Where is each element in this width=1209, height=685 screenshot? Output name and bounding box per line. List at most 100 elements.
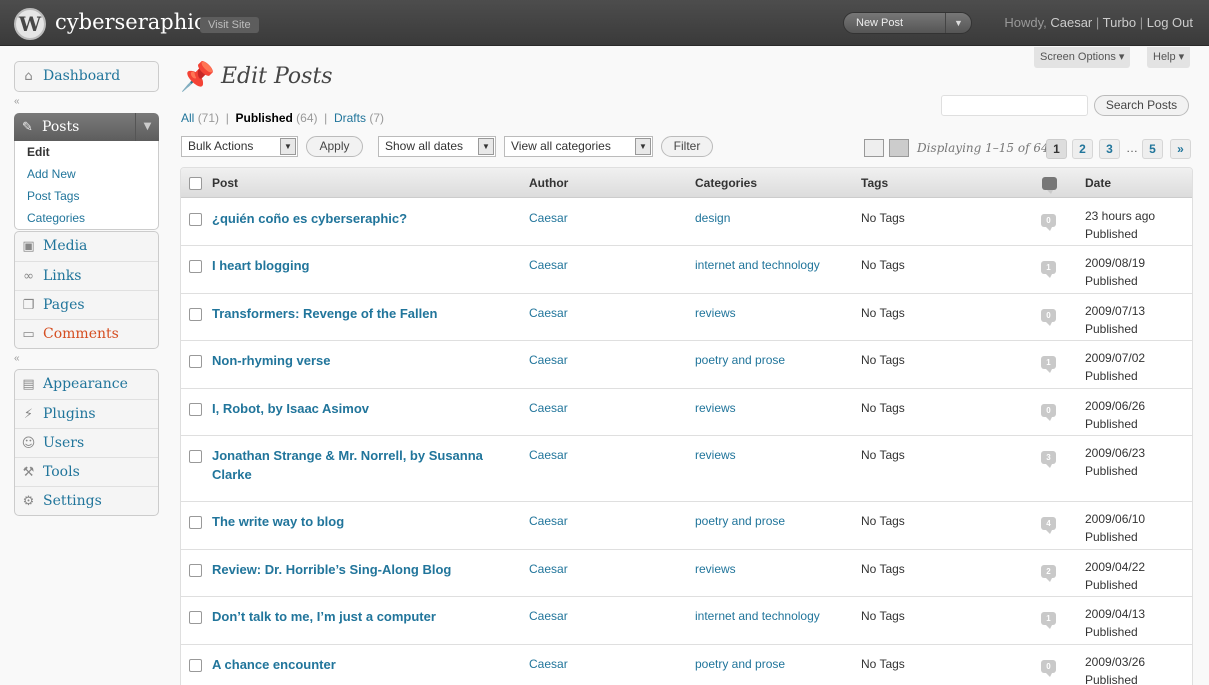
post-author-link[interactable]: Caesar (529, 401, 568, 415)
post-title-link[interactable]: Non-rhyming verse (212, 351, 512, 370)
bulk-actions-select[interactable]: Bulk Actions ▼ (181, 136, 298, 157)
comment-count-badge[interactable]: 2 (1041, 565, 1056, 582)
column-categories[interactable]: Categories (695, 176, 757, 190)
search-input[interactable] (941, 95, 1088, 116)
user-profile-link[interactable]: Caesar (1050, 15, 1092, 30)
search-posts-button[interactable]: Search Posts (1094, 95, 1189, 116)
comment-count-badge[interactable]: 0 (1041, 309, 1056, 326)
visit-site-button[interactable]: Visit Site (200, 17, 259, 33)
post-author-link[interactable]: Caesar (529, 258, 568, 272)
submenu-item-categories[interactable]: Categories (15, 207, 158, 229)
chevron-down-icon[interactable]: ▼ (945, 13, 971, 33)
categories-select[interactable]: View all categories ▼ (504, 136, 653, 157)
post-title-link[interactable]: ¿quién coño es cyberseraphic? (212, 209, 512, 228)
screen-options-button[interactable]: Screen Options ▾ (1034, 47, 1131, 68)
post-title-link[interactable]: A chance encounter (212, 655, 512, 674)
comment-count-badge[interactable]: 0 (1041, 214, 1056, 231)
page-1[interactable]: 1 (1046, 139, 1067, 159)
row-checkbox[interactable] (189, 450, 202, 463)
post-category-link[interactable]: poetry and prose (695, 657, 785, 671)
select-all-checkbox[interactable] (189, 177, 202, 190)
comment-count-badge[interactable]: 1 (1041, 612, 1056, 629)
post-title-link[interactable]: Transformers: Revenge of the Fallen (212, 304, 512, 323)
post-category-link[interactable]: reviews (695, 448, 736, 462)
post-title-link[interactable]: I heart blogging (212, 256, 512, 275)
row-checkbox[interactable] (189, 659, 202, 672)
post-category-link[interactable]: reviews (695, 401, 736, 415)
post-author-link[interactable]: Caesar (529, 562, 568, 576)
filter-button[interactable]: Filter (661, 136, 713, 157)
filter-all-link[interactable]: All (181, 111, 194, 125)
turbo-link[interactable]: Turbo (1103, 15, 1136, 30)
comment-count-badge[interactable]: 3 (1041, 451, 1056, 468)
post-category-link[interactable]: reviews (695, 562, 736, 576)
post-title-link[interactable]: I, Robot, by Isaac Asimov (212, 399, 512, 418)
column-post[interactable]: Post (212, 176, 238, 190)
list-view-icon[interactable] (864, 139, 884, 157)
sidebar-item-appearance[interactable]: ▤ Appearance (15, 370, 158, 399)
row-checkbox[interactable] (189, 308, 202, 321)
post-author-link[interactable]: Caesar (529, 211, 568, 225)
sidebar-item-media[interactable]: ▣ Media (15, 232, 158, 261)
chevron-down-icon[interactable]: ▼ (135, 113, 159, 141)
row-checkbox[interactable] (189, 564, 202, 577)
post-category-link[interactable]: poetry and prose (695, 514, 785, 528)
excerpt-view-icon[interactable] (889, 139, 909, 157)
submenu-item-add-new[interactable]: Add New (15, 163, 158, 185)
collapse-arrow-icon[interactable]: « (14, 353, 26, 364)
post-author-link[interactable]: Caesar (529, 306, 568, 320)
collapse-arrow-icon[interactable]: « (14, 96, 26, 107)
post-author-link[interactable]: Caesar (529, 657, 568, 671)
comment-count-badge[interactable]: 1 (1041, 356, 1056, 373)
page-3[interactable]: 3 (1099, 139, 1120, 159)
row-checkbox[interactable] (189, 355, 202, 368)
post-title-link[interactable]: Don’t talk to me, I’m just a computer (212, 607, 512, 626)
post-category-link[interactable]: poetry and prose (695, 353, 785, 367)
filter-drafts-link[interactable]: Drafts (334, 111, 366, 125)
page-2[interactable]: 2 (1072, 139, 1093, 159)
row-checkbox[interactable] (189, 611, 202, 624)
post-author-link[interactable]: Caesar (529, 609, 568, 623)
sidebar-item-dashboard[interactable]: ⌂ Dashboard (15, 62, 158, 91)
page-5[interactable]: 5 (1142, 139, 1163, 159)
help-button[interactable]: Help ▾ (1147, 47, 1191, 68)
comment-count-badge[interactable]: 0 (1041, 660, 1056, 677)
post-title-link[interactable]: The write way to blog (212, 512, 512, 531)
column-tags[interactable]: Tags (861, 176, 888, 190)
comment-count-badge[interactable]: 1 (1041, 261, 1056, 278)
post-title-link[interactable]: Review: Dr. Horrible’s Sing-Along Blog (212, 560, 512, 579)
column-date[interactable]: Date (1085, 176, 1111, 190)
sidebar-item-users[interactable]: ☺ Users (15, 428, 158, 457)
comment-count-badge[interactable]: 0 (1041, 404, 1056, 421)
logout-link[interactable]: Log Out (1147, 15, 1193, 30)
filter-published-link[interactable]: Published (235, 111, 292, 125)
row-checkbox[interactable] (189, 516, 202, 529)
new-post-button[interactable]: New Post ▼ (843, 12, 972, 34)
post-author-link[interactable]: Caesar (529, 353, 568, 367)
post-category-link[interactable]: reviews (695, 306, 736, 320)
site-title[interactable]: cyberseraphic (55, 10, 206, 34)
post-category-link[interactable]: design (695, 211, 730, 225)
post-category-link[interactable]: internet and technology (695, 609, 820, 623)
comment-count-badge[interactable]: 4 (1041, 517, 1056, 534)
page-next[interactable]: » (1170, 139, 1191, 159)
post-title-link[interactable]: Jonathan Strange & Mr. Norrell, by Susan… (212, 446, 512, 484)
row-checkbox[interactable] (189, 213, 202, 226)
post-author-link[interactable]: Caesar (529, 448, 568, 462)
wordpress-logo-icon[interactable]: W (14, 8, 46, 40)
sidebar-item-posts[interactable]: ✎ Posts ▼ (14, 113, 159, 141)
sidebar-item-pages[interactable]: ❐ Pages (15, 290, 158, 319)
sidebar-item-settings[interactable]: ⚙ Settings (15, 486, 158, 515)
dates-select[interactable]: Show all dates ▼ (378, 136, 496, 157)
sidebar-item-plugins[interactable]: ⚡ Plugins (15, 399, 158, 428)
post-category-link[interactable]: internet and technology (695, 258, 820, 272)
submenu-item-edit[interactable]: Edit (15, 141, 158, 163)
row-checkbox[interactable] (189, 260, 202, 273)
sidebar-item-tools[interactable]: ⚒ Tools (15, 457, 158, 486)
column-author[interactable]: Author (529, 176, 568, 190)
apply-button[interactable]: Apply (306, 136, 363, 157)
row-checkbox[interactable] (189, 403, 202, 416)
post-author-link[interactable]: Caesar (529, 514, 568, 528)
sidebar-item-comments[interactable]: ▭ Comments (15, 319, 158, 348)
sidebar-item-links[interactable]: ∞ Links (15, 261, 158, 290)
